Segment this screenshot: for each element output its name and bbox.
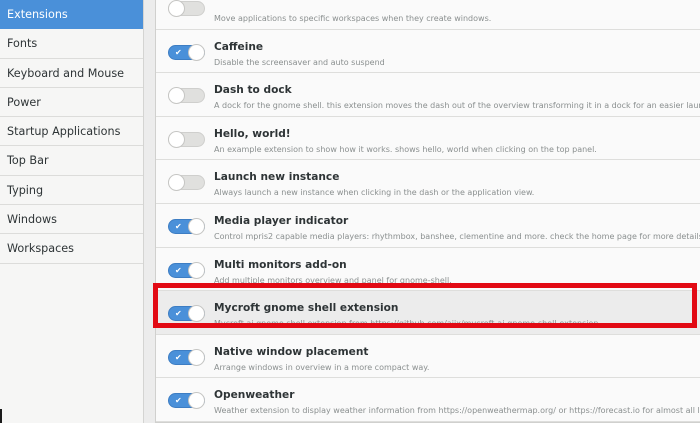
switch-knob [168,0,185,17]
switch-knob [188,305,205,323]
extension-description: Mycroft ai gnome shell extension from ht… [214,319,599,329]
settings-sidebar: Extensions Fonts Keyboard and Mouse Powe… [0,0,144,423]
extension-name: Caffeine [214,40,264,53]
check-icon: ✔ [175,47,182,57]
extension-name: Launch new instance [214,171,340,184]
extension-row-hello-world: Hello, world! An example extension to sh… [156,116,700,161]
extension-row-dash-to-dock: Dash to dock A dock for the gnome shell.… [156,73,700,117]
extension-toggle-dash-to-dock[interactable] [168,87,205,105]
switch-knob [188,261,205,279]
sidebar-item-windows[interactable]: Windows [0,205,143,235]
extension-description: Disable the screensaver and auto suspend [214,57,385,67]
extension-name: Media player indicator [214,214,349,227]
extension-row-caffeine: ✔ Caffeine Disable the screensaver and a… [156,29,700,74]
check-icon: ✔ [175,265,182,275]
extension-row-launch-new-instance: Launch new instance Always launch a new … [156,160,700,204]
extension-description: Add multiple monitors overview and panel… [214,275,452,285]
extension-toggle-hello-world[interactable] [168,130,205,148]
extension-name: Dash to dock [214,84,292,97]
check-icon: ✔ [175,396,182,406]
extension-toggle-mycroft[interactable]: ✔ [168,305,205,323]
extension-toggle-media-player-indicator[interactable]: ✔ [168,217,205,235]
extension-list: Move applications to specific workspaces… [155,0,700,423]
sidebar-item-extensions[interactable]: Extensions [0,0,143,30]
extension-row-media-player-indicator: ✔ Media player indicator Control mpris2 … [156,203,700,248]
switch-knob [168,130,185,148]
sidebar-item-workspaces[interactable]: Workspaces [0,234,143,264]
extension-toggle-openweather[interactable]: ✔ [168,392,205,410]
extension-name: Mycroft gnome shell extension [214,302,399,315]
extension-name: Multi monitors add-on [214,258,347,271]
switch-knob [188,348,205,366]
sidebar-item-fonts[interactable]: Fonts [0,29,143,59]
switch-knob [188,217,205,235]
extension-description: Arrange windows in overview in a more co… [214,362,430,372]
sidebar-item-startup-applications[interactable]: Startup Applications [0,117,143,147]
extension-row-openweather: ✔ Openweather Weather extension to displ… [156,378,700,422]
check-icon: ✔ [175,221,182,231]
extension-toggle-native-window-placement[interactable]: ✔ [168,348,205,366]
extension-description: Weather extension to display weather inf… [214,406,700,416]
window-edge-marker [0,409,2,423]
extension-description: A dock for the gnome shell. this extensi… [214,101,700,111]
extension-row-native-window-placement: ✔ Native window placement Arrange window… [156,334,700,379]
sidebar-item-top-bar[interactable]: Top Bar [0,146,143,176]
extension-toggle-launch-new-instance[interactable] [168,174,205,192]
extension-description: Move applications to specific workspaces… [214,14,492,23]
sidebar-item-keyboard-and-mouse[interactable]: Keyboard and Mouse [0,59,143,88]
switch-knob [168,174,185,192]
extension-description: Always launch a new instance when clicki… [214,188,535,198]
extension-name: Hello, world! [214,127,291,140]
sidebar-item-power[interactable]: Power [0,88,143,118]
extension-name: Native window placement [214,345,369,358]
extension-toggle-auto-move-windows[interactable] [168,0,205,17]
sidebar-item-typing[interactable]: Typing [0,176,143,206]
extension-description: An example extension to show how it work… [214,144,597,154]
switch-knob [188,43,205,61]
extension-toggle-multi-monitors[interactable]: ✔ [168,261,205,279]
check-icon: ✔ [175,352,182,362]
extension-row-auto-move-windows: Move applications to specific workspaces… [156,0,700,30]
extension-description: Control mpris2 capable media players: rh… [214,231,700,241]
extensions-panel: Move applications to specific workspaces… [145,0,700,423]
switch-knob [188,392,205,410]
switch-knob [168,87,185,105]
extension-name: Openweather [214,389,295,402]
extension-row-multi-monitors: ✔ Multi monitors add-on Add multiple mon… [156,247,700,292]
extension-toggle-caffeine[interactable]: ✔ [168,43,205,61]
extension-row-mycroft: ✔ Mycroft gnome shell extension Mycroft … [156,291,700,335]
check-icon: ✔ [175,309,182,319]
